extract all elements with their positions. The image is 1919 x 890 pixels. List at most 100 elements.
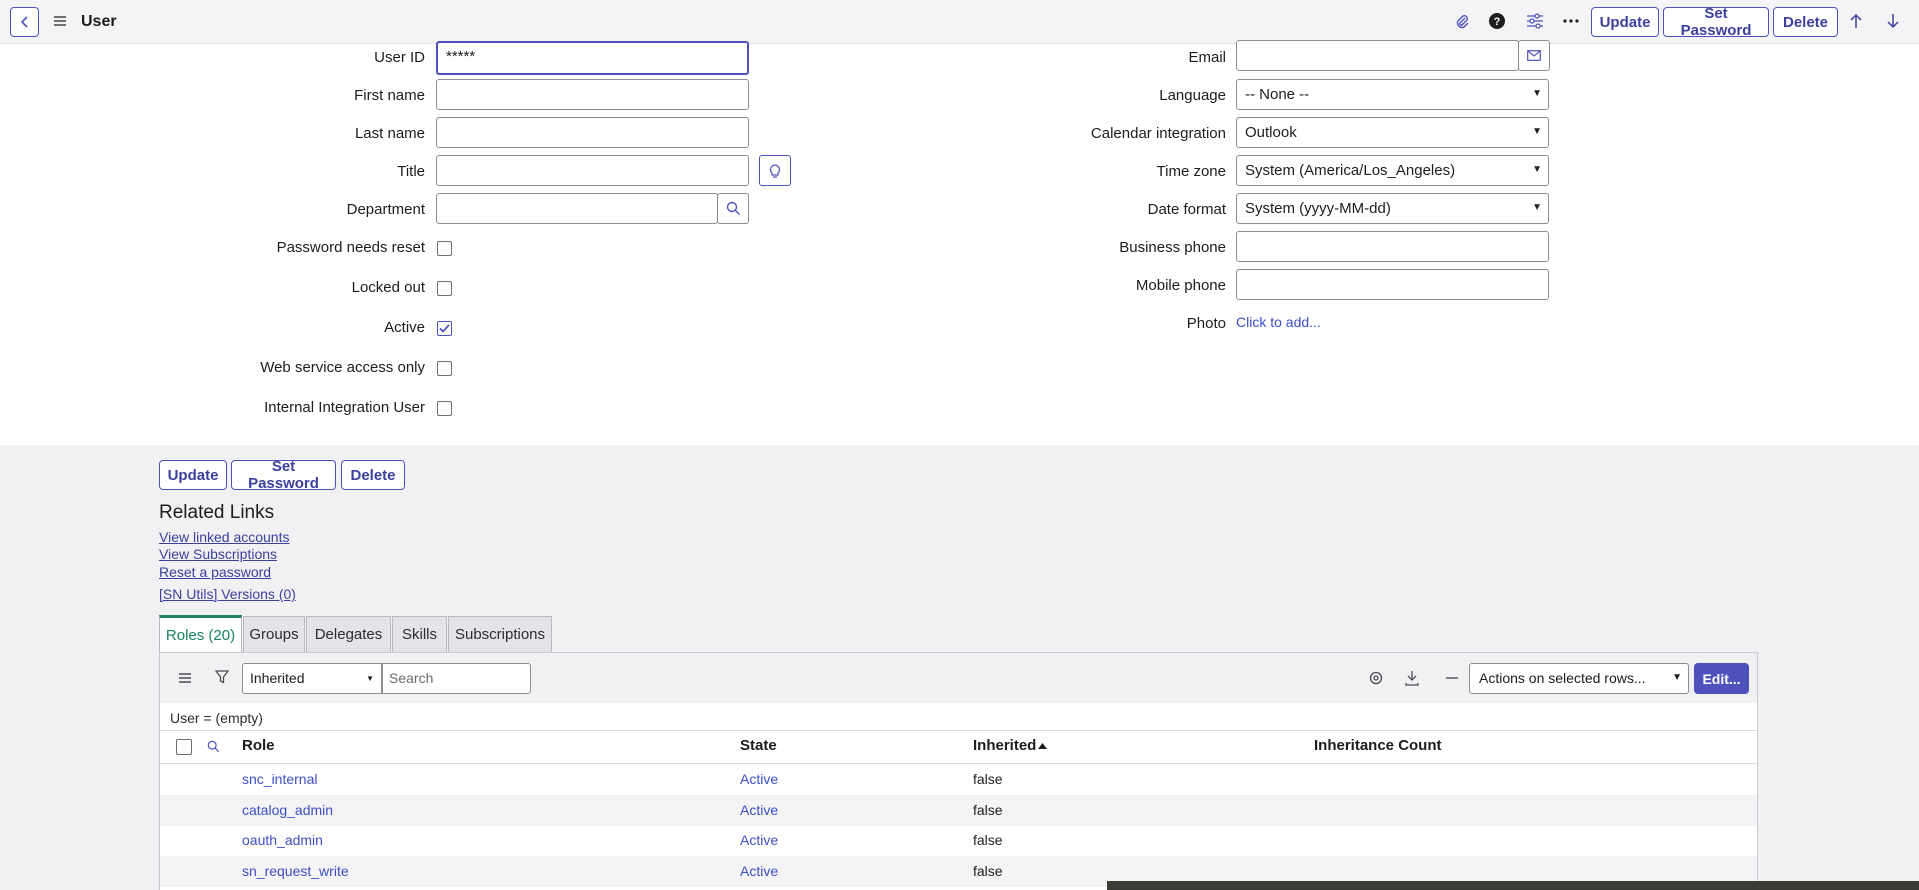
- web-service-access-only-label: Web service access only: [260, 359, 425, 376]
- email-label: Email: [1188, 49, 1226, 66]
- last-name-field[interactable]: [436, 117, 749, 148]
- filter-icon[interactable]: [214, 669, 230, 685]
- bottom-update-button[interactable]: Update: [159, 460, 227, 490]
- bottom-set-password-button[interactable]: Set Password: [231, 458, 336, 492]
- envelope-icon: [1527, 50, 1541, 61]
- state-link[interactable]: Active: [740, 832, 778, 848]
- locked-out-checkbox[interactable]: [437, 281, 452, 296]
- time-zone-select[interactable]: System (America/Los_Angeles) ▼: [1236, 155, 1549, 186]
- sn-utils-versions-link[interactable]: [SN Utils] Versions (0): [159, 586, 296, 602]
- role-link[interactable]: catalog_admin: [242, 802, 333, 818]
- suggestion-lightbulb-button[interactable]: [759, 155, 791, 186]
- divider: [160, 730, 1757, 731]
- column-header-role[interactable]: Role: [242, 737, 275, 754]
- business-phone-label: Business phone: [1119, 239, 1226, 256]
- inherited-value: false: [973, 771, 1003, 787]
- department-field[interactable]: [436, 193, 718, 224]
- role-link[interactable]: sn_request_write: [242, 863, 349, 879]
- tab-delegates[interactable]: Delegates: [306, 616, 391, 652]
- internal-integration-user-label: Internal Integration User: [264, 399, 425, 416]
- delete-button[interactable]: Delete: [1773, 7, 1838, 37]
- calendar-integration-label: Calendar integration: [1090, 125, 1226, 142]
- role-link[interactable]: snc_internal: [242, 771, 318, 787]
- column-search-icon[interactable]: [205, 738, 221, 754]
- photo-label: Photo: [1186, 315, 1226, 332]
- chevron-left-icon: [20, 16, 28, 28]
- view-linked-accounts-link[interactable]: View linked accounts: [159, 529, 289, 545]
- back-button[interactable]: [10, 7, 39, 37]
- paperclip-icon[interactable]: [1451, 10, 1473, 32]
- search-field-select[interactable]: Inherited ▼: [242, 663, 382, 694]
- column-header-inherited[interactable]: Inherited: [973, 737, 1036, 754]
- svg-text:?: ?: [1494, 16, 1501, 28]
- page-title: User: [81, 13, 117, 30]
- personalize-form-icon[interactable]: [1524, 10, 1546, 32]
- column-header-state[interactable]: State: [740, 737, 777, 754]
- calendar-integration-select[interactable]: Outlook ▼: [1236, 117, 1549, 148]
- last-name-label: Last name: [354, 125, 425, 142]
- first-name-field[interactable]: [436, 79, 749, 110]
- state-link[interactable]: Active: [740, 863, 778, 879]
- gear-icon[interactable]: [1366, 668, 1386, 688]
- send-email-button[interactable]: [1518, 40, 1550, 71]
- tab-subscriptions[interactable]: Subscriptions: [448, 616, 552, 652]
- password-needs-reset-checkbox[interactable]: [437, 241, 452, 256]
- edit-button[interactable]: Edit...: [1694, 663, 1749, 694]
- calendar-integration-value: Outlook: [1245, 124, 1297, 141]
- more-options-icon[interactable]: [1560, 10, 1582, 32]
- previous-record-icon[interactable]: [1845, 10, 1867, 32]
- web-service-access-only-checkbox[interactable]: [437, 361, 452, 376]
- mobile-phone-field[interactable]: [1236, 269, 1549, 300]
- help-icon[interactable]: ?: [1486, 10, 1508, 32]
- actions-select-value: Actions on selected rows...: [1479, 670, 1646, 686]
- state-link[interactable]: Active: [740, 802, 778, 818]
- language-select[interactable]: -- None -- ▼: [1236, 79, 1549, 110]
- reset-password-link[interactable]: Reset a password: [159, 564, 271, 580]
- first-name-label: First name: [354, 87, 425, 104]
- actions-on-selected-rows-select[interactable]: Actions on selected rows... ▼: [1469, 663, 1689, 694]
- mobile-phone-label: Mobile phone: [1135, 277, 1226, 294]
- title-field[interactable]: [436, 155, 749, 186]
- date-format-label: Date format: [1147, 201, 1226, 218]
- update-button[interactable]: Update: [1591, 7, 1659, 37]
- role-link[interactable]: oauth_admin: [242, 832, 323, 848]
- tab-groups[interactable]: Groups: [243, 616, 305, 652]
- window-edge-strip: [1107, 881, 1919, 890]
- tab-roles[interactable]: Roles (20): [159, 615, 242, 652]
- active-checkbox[interactable]: [437, 321, 452, 336]
- inherited-value: false: [973, 832, 1003, 848]
- download-icon[interactable]: [1402, 668, 1422, 688]
- list-breadcrumb[interactable]: User = (empty): [170, 710, 263, 726]
- internal-integration-user-checkbox[interactable]: [437, 401, 452, 416]
- inherited-value: false: [973, 863, 1003, 879]
- date-format-select[interactable]: System (yyyy-MM-dd) ▼: [1236, 193, 1549, 224]
- list-menu-icon[interactable]: [177, 670, 193, 686]
- tab-skills[interactable]: Skills: [392, 616, 447, 652]
- photo-add-link[interactable]: Click to add...: [1236, 314, 1321, 330]
- list-search-input[interactable]: Search: [382, 663, 531, 694]
- search-field-value: Inherited: [250, 670, 305, 686]
- context-menu-icon[interactable]: [52, 13, 68, 29]
- user-id-field[interactable]: *****: [436, 41, 749, 75]
- user-id-label: User ID: [374, 49, 425, 66]
- date-format-value: System (yyyy-MM-dd): [1245, 200, 1391, 217]
- collapse-icon[interactable]: [1442, 668, 1462, 688]
- email-field[interactable]: [1236, 40, 1519, 71]
- table-row: catalog_admin Active false: [160, 795, 1757, 826]
- active-label: Active: [384, 319, 425, 336]
- bottom-delete-button[interactable]: Delete: [341, 460, 405, 490]
- sort-ascending-icon: [1037, 741, 1047, 751]
- password-needs-reset-label: Password needs reset: [276, 239, 425, 256]
- title-label: Title: [397, 163, 425, 180]
- select-all-checkbox[interactable]: [176, 739, 192, 755]
- view-subscriptions-link[interactable]: View Subscriptions: [159, 546, 277, 562]
- chevron-down-icon: ▼: [1672, 672, 1682, 683]
- department-lookup-button[interactable]: [717, 193, 749, 224]
- business-phone-field[interactable]: [1236, 231, 1549, 262]
- state-link[interactable]: Active: [740, 771, 778, 787]
- set-password-button[interactable]: Set Password: [1663, 5, 1769, 39]
- next-record-icon[interactable]: [1882, 10, 1904, 32]
- time-zone-value: System (America/Los_Angeles): [1245, 162, 1456, 179]
- inherited-value: false: [973, 802, 1003, 818]
- column-header-inheritance-count[interactable]: Inheritance Count: [1314, 737, 1442, 754]
